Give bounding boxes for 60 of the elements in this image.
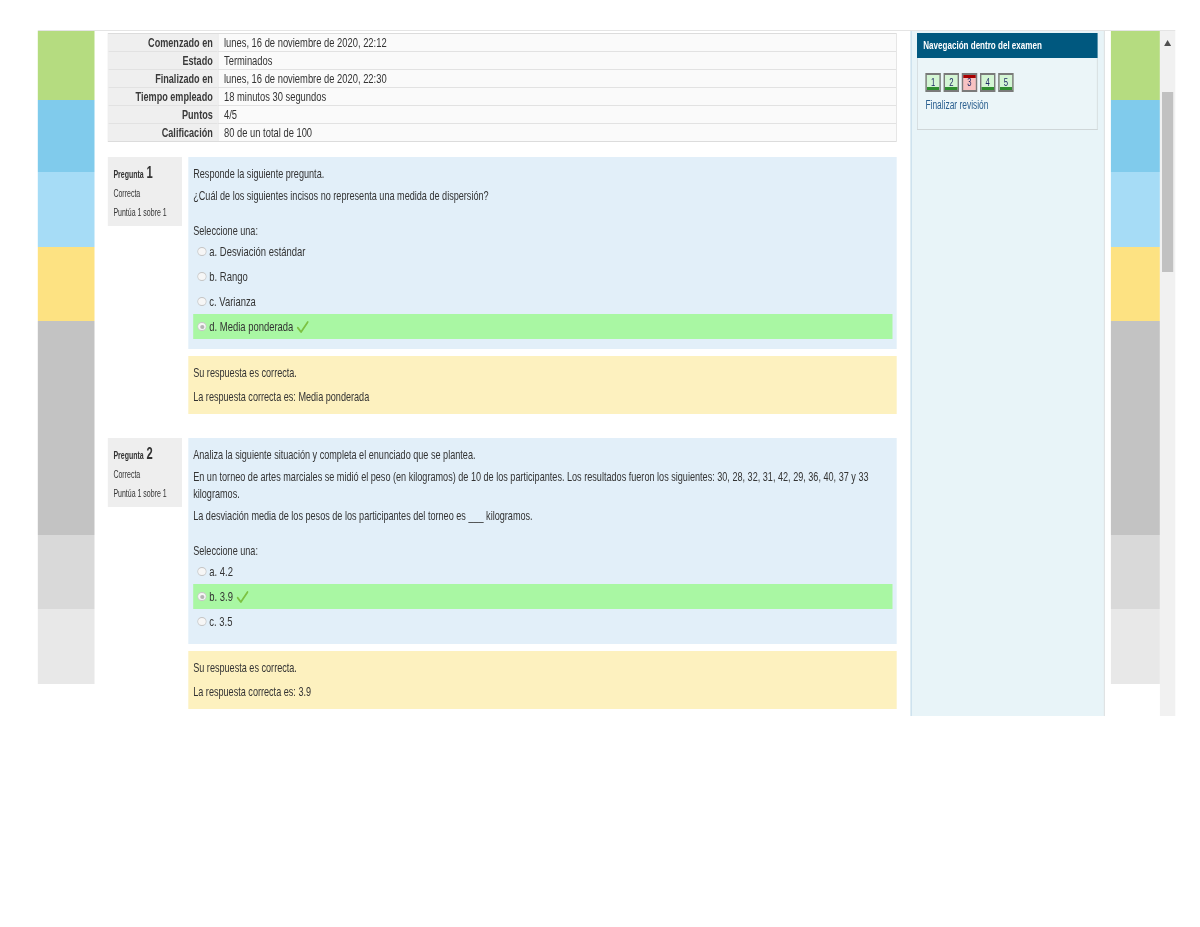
- question-text: ¿Cuál de los siguientes incisos no representa una medida de dispersión?: [193, 187, 490, 204]
- answer-prompt: Seleccione una:: [193, 222, 259, 239]
- feedback-text: La respuesta correcta es: 3.9: [193, 683, 313, 700]
- feedback-text: Su respuesta es correcta.: [193, 659, 298, 676]
- question-score: Puntúa 1 sobre 1: [113, 207, 168, 219]
- summary-value: 80 de un total de 100: [217, 124, 896, 141]
- check-mark-icon: [236, 590, 249, 603]
- radio-button[interactable]: [197, 567, 207, 576]
- check-mark-icon: [296, 320, 309, 333]
- radio-button[interactable]: [197, 297, 207, 306]
- panel-title: Navegación dentro del examen: [917, 33, 1098, 58]
- summary-value: lunes, 16 de noviembre de 2020, 22:12: [217, 34, 896, 52]
- question-text: Analiza la siguiente situación y completa el enunciado que se plantea.: [193, 446, 477, 463]
- color-band: [37, 31, 95, 100]
- question-number: 1: [146, 165, 153, 181]
- question-nav-button[interactable]: 1: [925, 73, 941, 92]
- question-score: Puntúa 1 sobre 1: [113, 488, 168, 500]
- summary-label: Comenzado en: [108, 34, 218, 52]
- radio-button[interactable]: [197, 247, 207, 256]
- question-status: Correcta: [113, 188, 142, 200]
- summary-value: 18 minutos 30 segundos: [217, 88, 896, 106]
- summary-label: Calificación: [108, 124, 218, 141]
- finish-review-link[interactable]: Finalizar revisión: [925, 98, 989, 112]
- summary-label: Tiempo empleado: [108, 88, 218, 106]
- question-nav-button[interactable]: 4: [980, 73, 996, 92]
- radio-button[interactable]: [197, 592, 207, 601]
- summary-value: lunes, 16 de noviembre de 2020, 22:30: [217, 70, 896, 88]
- question-label: Pregunta: [113, 169, 144, 180]
- summary-value: 4/5: [217, 106, 896, 124]
- scroll-up-icon[interactable]: [1164, 40, 1172, 46]
- summary-label: Estado: [108, 52, 218, 70]
- option-label: c. Varianza: [209, 294, 256, 309]
- radio-button[interactable]: [197, 272, 207, 281]
- question-number: 2: [146, 446, 153, 462]
- question-label: Pregunta: [113, 450, 144, 461]
- option-label: c. 3.5: [209, 614, 233, 629]
- summary-value: Terminados: [217, 52, 896, 70]
- question-nav-button[interactable]: 2: [943, 73, 959, 92]
- option-label: d. Media ponderada: [209, 319, 294, 334]
- feedback-text: La respuesta correcta es: Media ponderada: [193, 388, 371, 405]
- question-text: En un torneo de artes marciales se midió el peso (en kilogramos) de 10 de los participantes. Los resultados fueron los siguientes: 30, 28, 32, 31, 42, 29, 36, 40, 37 y 33 kilogramos.: [193, 468, 870, 502]
- option-label: b. 3.9: [209, 589, 233, 604]
- option-label: a. 4.2: [209, 564, 233, 579]
- color-band: [1110, 100, 1160, 172]
- option-label: a. Desviación estándar: [209, 244, 306, 259]
- question-status: Correcta: [113, 469, 142, 481]
- summary-label: Puntos: [108, 106, 218, 124]
- question-nav-button[interactable]: 3: [961, 73, 978, 92]
- question-text: La desviación media de los pesos de los participantes del torneo es ___ kilogramos.: [193, 507, 534, 524]
- radio-button[interactable]: [197, 322, 207, 331]
- answer-prompt: Seleccione una:: [193, 542, 259, 559]
- color-band: [1110, 31, 1160, 100]
- feedback-text: Su respuesta es correcta.: [193, 364, 298, 381]
- option-label: b. Rango: [209, 269, 248, 284]
- radio-button[interactable]: [197, 617, 207, 626]
- color-band: [37, 100, 95, 172]
- question-nav-button[interactable]: 5: [998, 73, 1014, 92]
- summary-label: Finalizado en: [108, 70, 218, 88]
- question-text: Responde la siguiente pregunta.: [193, 165, 326, 182]
- scrollbar-thumb[interactable]: [1162, 92, 1174, 272]
